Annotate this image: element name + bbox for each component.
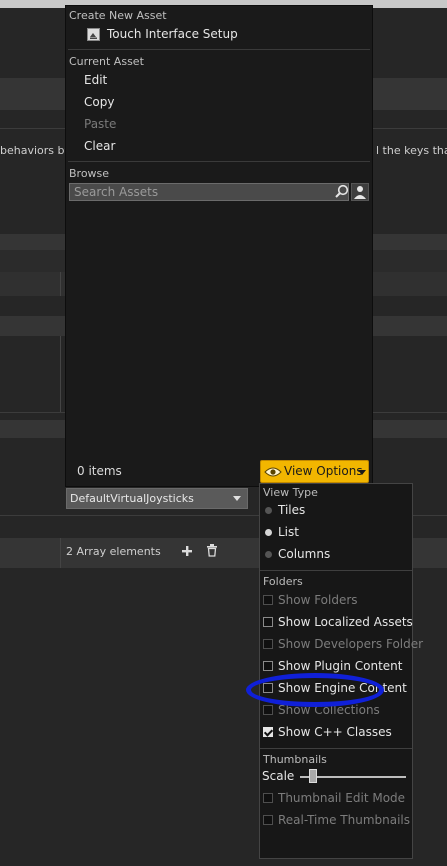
- checkbox[interactable]: [263, 793, 273, 803]
- thumbnail-edit-mode-option[interactable]: Thumbnail Edit Mode: [260, 788, 412, 810]
- column-splitter[interactable]: [60, 336, 61, 412]
- checkbox[interactable]: [263, 595, 273, 605]
- items-count: 0 items: [77, 464, 122, 478]
- column-splitter[interactable]: [60, 538, 61, 568]
- view-options-label: View Options: [284, 464, 363, 478]
- radio-icon: [265, 551, 272, 558]
- view-options-button[interactable]: View Options: [260, 460, 369, 483]
- touch-interface-combo[interactable]: DefaultVirtualJoysticks: [66, 488, 248, 509]
- option-label: Show Folders: [278, 593, 358, 607]
- option-label: Real-Time Thumbnails: [278, 813, 411, 827]
- array-elements-label: 2 Array elements: [66, 545, 161, 558]
- copy-menu-item[interactable]: Copy: [84, 95, 114, 109]
- description-text-left: behaviors by: [0, 144, 72, 157]
- menu-separator: [260, 748, 412, 749]
- scale-slider-handle[interactable]: [308, 769, 317, 783]
- checkbox[interactable]: [263, 815, 273, 825]
- option-label: Show Plugin Content: [278, 659, 403, 673]
- folders-header: Folders: [263, 575, 303, 588]
- view-type-label: Columns: [278, 547, 331, 561]
- option-label: Thumbnail Edit Mode: [278, 791, 406, 805]
- view-type-list[interactable]: List: [260, 522, 412, 544]
- chevron-down-icon: [358, 470, 366, 475]
- option-label: Show Developers Folder: [278, 637, 424, 651]
- paste-menu-item[interactable]: Paste: [84, 117, 116, 131]
- view-type-columns[interactable]: Columns: [260, 544, 412, 566]
- browse-header: Browse: [69, 167, 110, 180]
- search-icon[interactable]: [335, 184, 349, 198]
- view-type-label: Tiles: [278, 503, 306, 517]
- view-type-tiles[interactable]: Tiles: [260, 500, 412, 522]
- show-cpp-classes-option[interactable]: Show C++ Classes: [260, 722, 412, 744]
- search-input[interactable]: Search Assets: [69, 183, 349, 201]
- search-placeholder: Search Assets: [74, 185, 159, 199]
- real-time-thumbnails-option[interactable]: Real-Time Thumbnails: [260, 810, 412, 832]
- thumbnails-header: Thumbnails: [263, 753, 327, 766]
- menu-separator: [68, 161, 370, 162]
- highlight-ring-annotation: [246, 673, 384, 707]
- create-new-asset-header: Create New Asset: [69, 9, 167, 22]
- asset-icon: [87, 28, 100, 41]
- option-label: Show C++ Classes: [278, 725, 392, 739]
- show-folders-option[interactable]: Show Folders: [260, 590, 412, 612]
- clear-menu-item[interactable]: Clear: [84, 139, 115, 153]
- scale-label: Scale: [262, 769, 295, 783]
- eye-icon: [264, 467, 282, 477]
- user-icon: [354, 186, 366, 199]
- current-asset-header: Current Asset: [69, 55, 144, 68]
- show-developers-folder-option[interactable]: Show Developers Folder: [260, 634, 423, 656]
- view-type-label: List: [278, 525, 299, 539]
- menu-separator: [68, 49, 370, 50]
- filter-user-button[interactable]: [351, 183, 369, 201]
- view-type-header: View Type: [263, 486, 318, 499]
- show-localized-assets-option[interactable]: Show Localized Assets: [260, 612, 413, 634]
- trash-icon[interactable]: [206, 544, 218, 557]
- column-splitter[interactable]: [60, 272, 61, 296]
- asset-picker-menu: Create New Asset Touch Interface Setup C…: [65, 5, 373, 487]
- checkbox[interactable]: [263, 705, 273, 715]
- checkbox[interactable]: [263, 639, 273, 649]
- radio-icon: [265, 507, 272, 514]
- checkbox[interactable]: [263, 661, 273, 671]
- checkbox[interactable]: [263, 617, 273, 627]
- option-label: Show Localized Assets: [278, 615, 413, 629]
- checkbox-checked[interactable]: [263, 727, 273, 737]
- radio-selected-icon: [265, 529, 272, 536]
- view-options-menu: View Type Tiles List Columns Folders Sho…: [259, 483, 423, 859]
- touch-interface-setup-item[interactable]: Touch Interface Setup: [107, 27, 238, 41]
- combo-value: DefaultVirtualJoysticks: [70, 492, 194, 505]
- chevron-down-icon: [233, 496, 241, 501]
- add-element-icon[interactable]: [181, 545, 193, 557]
- menu-separator: [260, 570, 412, 571]
- description-text-right: l the keys that: [376, 144, 447, 157]
- edit-menu-item[interactable]: Edit: [84, 73, 107, 87]
